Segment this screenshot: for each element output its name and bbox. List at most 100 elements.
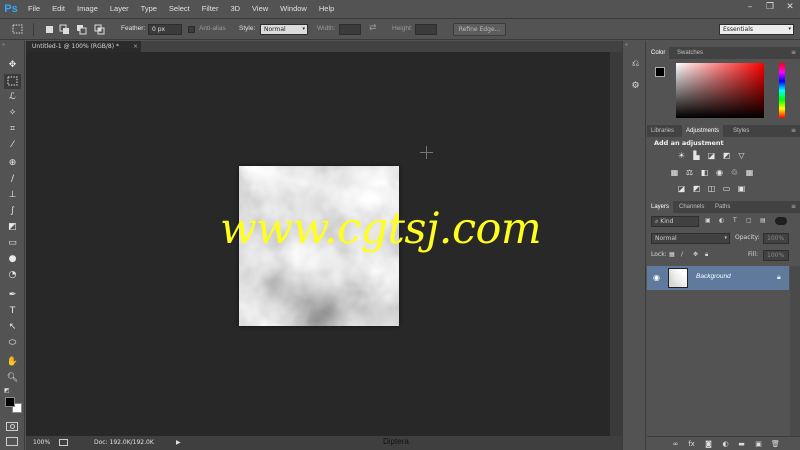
link-layers-icon[interactable]: ∞	[670, 439, 681, 449]
path-selection-tool-icon[interactable]: ↖	[4, 320, 21, 335]
share-icon[interactable]	[59, 439, 68, 446]
shape-filter-icon[interactable]: ▢	[746, 216, 752, 226]
menu-layer[interactable]: Layer	[104, 0, 135, 18]
new-adjustment-layer-icon[interactable]: ◐	[720, 439, 731, 449]
crop-tool-icon[interactable]: ⌗	[4, 122, 21, 137]
zoom-tool-icon[interactable]: 🔍︎	[4, 371, 21, 386]
layer-name[interactable]: Background	[696, 273, 731, 280]
add-selection-icon[interactable]	[59, 24, 70, 37]
tab-color[interactable]: Color	[647, 47, 670, 59]
tab-styles[interactable]: Styles	[729, 125, 753, 137]
menu-3d[interactable]: 3D	[224, 0, 246, 18]
tab-adjustments[interactable]: Adjustments	[682, 125, 724, 137]
smart-object-filter-icon[interactable]: ▤	[760, 216, 766, 226]
levels-icon[interactable]: ▙	[691, 151, 702, 161]
lock-position-icon[interactable]: ✥	[693, 250, 698, 260]
screen-mode-icon[interactable]	[6, 437, 18, 446]
new-group-icon[interactable]: ▬	[736, 439, 747, 449]
color-balance-icon[interactable]: ⚖	[684, 168, 695, 178]
gradient-map-icon[interactable]: ▭	[721, 184, 732, 194]
brush-tool-icon[interactable]: ∕	[4, 172, 21, 187]
tab-paths[interactable]: Paths	[711, 201, 734, 213]
height-input[interactable]	[415, 24, 437, 35]
menu-type[interactable]: Type	[135, 0, 163, 18]
eye-visibility-icon[interactable]: ◉	[653, 273, 660, 282]
close-icon[interactable]: ×	[133, 41, 138, 52]
foreground-color-swatch[interactable]	[5, 397, 15, 407]
history-brush-tool-icon[interactable]: ∫	[4, 204, 21, 219]
tab-swatches[interactable]: Swatches	[673, 47, 707, 59]
exposure-icon[interactable]: ◩	[721, 151, 732, 161]
posterize-icon[interactable]: ◩	[691, 184, 702, 194]
marquee-tool-icon[interactable]	[4, 74, 21, 89]
collapse-arrows-icon[interactable]: »	[2, 43, 22, 48]
status-menu-arrow-icon[interactable]: ▶	[176, 436, 181, 450]
vertical-scrollbar[interactable]	[610, 52, 622, 436]
menu-filter[interactable]: Filter	[196, 0, 225, 18]
feather-input[interactable]: 0 px	[148, 24, 182, 35]
subtract-selection-icon[interactable]	[76, 24, 87, 37]
type-tool-icon[interactable]: T	[4, 304, 21, 319]
minimize-button[interactable]: –	[743, 0, 757, 14]
width-input[interactable]	[339, 24, 361, 35]
pixel-filter-icon[interactable]: ▣	[705, 216, 711, 226]
trash-icon[interactable]: 🗑︎	[770, 439, 781, 449]
selective-color-icon[interactable]: ▣	[736, 184, 747, 194]
hue-slider[interactable]	[776, 63, 788, 118]
lock-all-icon[interactable]: 🔒︎	[705, 250, 708, 260]
adjustment-filter-icon[interactable]: ◐	[719, 216, 724, 226]
color-lookup-icon[interactable]: ▦	[744, 168, 755, 178]
menu-file[interactable]: File	[22, 0, 46, 18]
quick-mask-icon[interactable]	[6, 422, 18, 431]
lock-image-icon[interactable]: ∕	[681, 250, 683, 260]
antialias-checkbox[interactable]	[188, 26, 195, 33]
style-select[interactable]: Normal ▾	[260, 24, 308, 35]
fill-input[interactable]: 100%	[763, 250, 789, 261]
panel-menu-icon[interactable]: ≡	[791, 47, 796, 59]
tab-layers[interactable]: Layers	[647, 201, 674, 213]
blur-tool-icon[interactable]: ●	[4, 252, 21, 267]
black-white-icon[interactable]: ◧	[699, 168, 710, 178]
photo-filter-icon[interactable]: ◉	[714, 168, 725, 178]
threshold-icon[interactable]: ◫	[706, 184, 717, 194]
blend-mode-select[interactable]: Normal ▾	[651, 233, 730, 244]
magic-wand-tool-icon[interactable]: ✧	[4, 106, 21, 121]
panel-menu-icon[interactable]: ≡	[791, 201, 796, 213]
gradient-tool-icon[interactable]: ▭	[4, 236, 21, 251]
add-mask-icon[interactable]: ◙	[703, 439, 714, 449]
tab-libraries[interactable]: Libraries	[647, 125, 678, 137]
menu-window[interactable]: Window	[274, 0, 313, 18]
intersect-selection-icon[interactable]	[94, 24, 105, 37]
channel-mixer-icon[interactable]: ♲	[729, 168, 740, 178]
filter-toggle-switch[interactable]	[775, 217, 787, 225]
clone-stamp-tool-icon[interactable]: ⊥	[4, 188, 21, 203]
menu-edit[interactable]: Edit	[46, 0, 71, 18]
tab-channels[interactable]: Channels	[675, 201, 708, 213]
history-panel-icon[interactable]: ⎌	[629, 58, 642, 71]
menu-select[interactable]: Select	[163, 0, 196, 18]
lock-transparent-icon[interactable]: ▦	[669, 250, 675, 260]
zoom-level[interactable]: 100%	[33, 436, 50, 450]
hand-tool-icon[interactable]: ✋	[4, 355, 21, 370]
curves-icon[interactable]: ◪	[706, 151, 717, 161]
foreground-color-chip[interactable]	[655, 67, 665, 77]
eraser-tool-icon[interactable]: ◩	[4, 220, 21, 235]
menu-image[interactable]: Image	[71, 0, 104, 18]
eyedropper-tool-icon[interactable]: ⁄	[4, 138, 21, 153]
menu-view[interactable]: View	[246, 0, 274, 18]
vibrance-icon[interactable]: ▽	[736, 151, 747, 161]
properties-panel-icon[interactable]: ⚙	[629, 80, 642, 93]
invert-icon[interactable]: ◪	[676, 184, 687, 194]
close-window-button[interactable]: ✕	[783, 0, 797, 14]
layer-row[interactable]: ◉ Background 🔒︎	[647, 266, 789, 290]
hue-saturation-icon[interactable]: ▦	[669, 168, 680, 178]
brightness-icon[interactable]: ☀	[676, 151, 687, 161]
refine-edge-button[interactable]: Refine Edge...	[453, 23, 506, 36]
type-filter-icon[interactable]: T	[733, 216, 737, 226]
menu-help[interactable]: Help	[313, 0, 340, 18]
workspace-select[interactable]: Essentials ▾	[719, 24, 794, 35]
color-picker-field[interactable]	[676, 63, 764, 118]
move-tool-icon[interactable]: ✥	[4, 58, 21, 73]
reset-colors-icon[interactable]: ◩	[4, 387, 10, 394]
layers-scrollbar[interactable]	[790, 266, 800, 436]
